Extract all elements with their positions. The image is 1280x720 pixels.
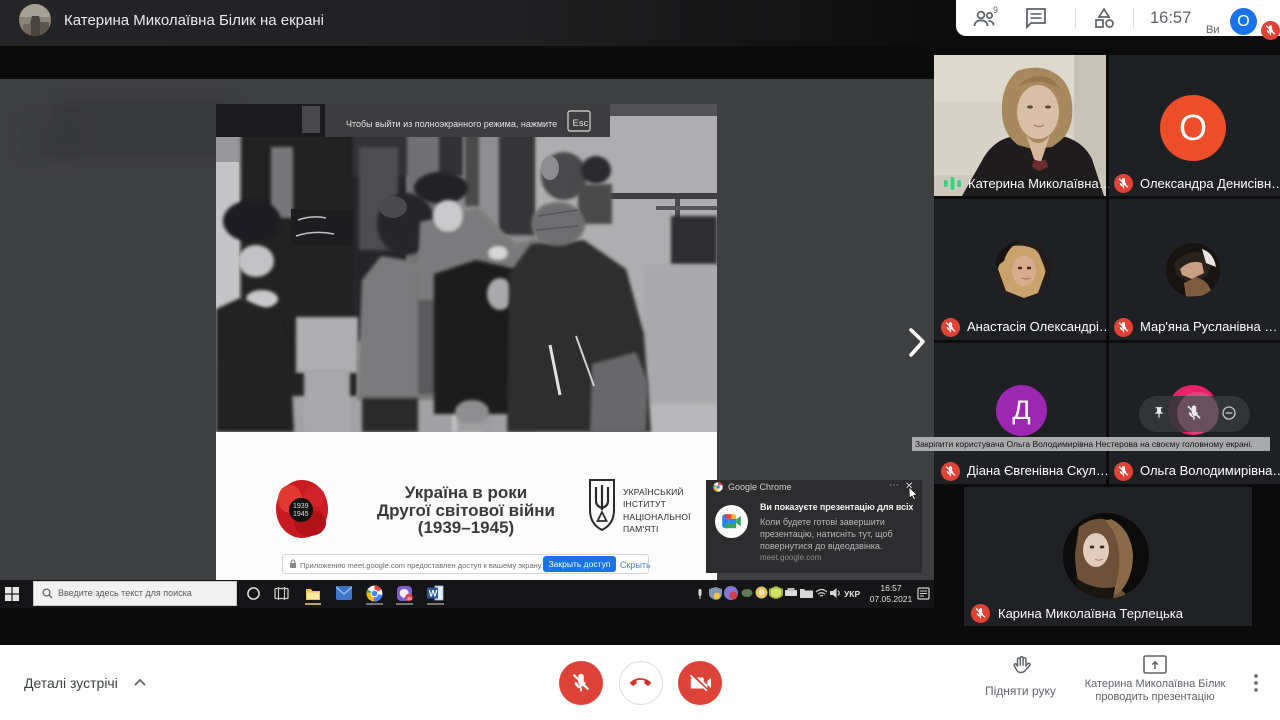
- svg-text:45: 45: [407, 596, 413, 601]
- svg-text:W: W: [429, 589, 438, 599]
- svg-text:Esc: Esc: [573, 118, 589, 129]
- svg-text:9: 9: [993, 6, 998, 15]
- svg-text:1939: 1939: [293, 503, 309, 510]
- svg-text:Чтобы выйти из полноэкранного: Чтобы выйти из полноэкранного режима, на…: [346, 119, 557, 129]
- svg-text:1945: 1945: [293, 511, 309, 518]
